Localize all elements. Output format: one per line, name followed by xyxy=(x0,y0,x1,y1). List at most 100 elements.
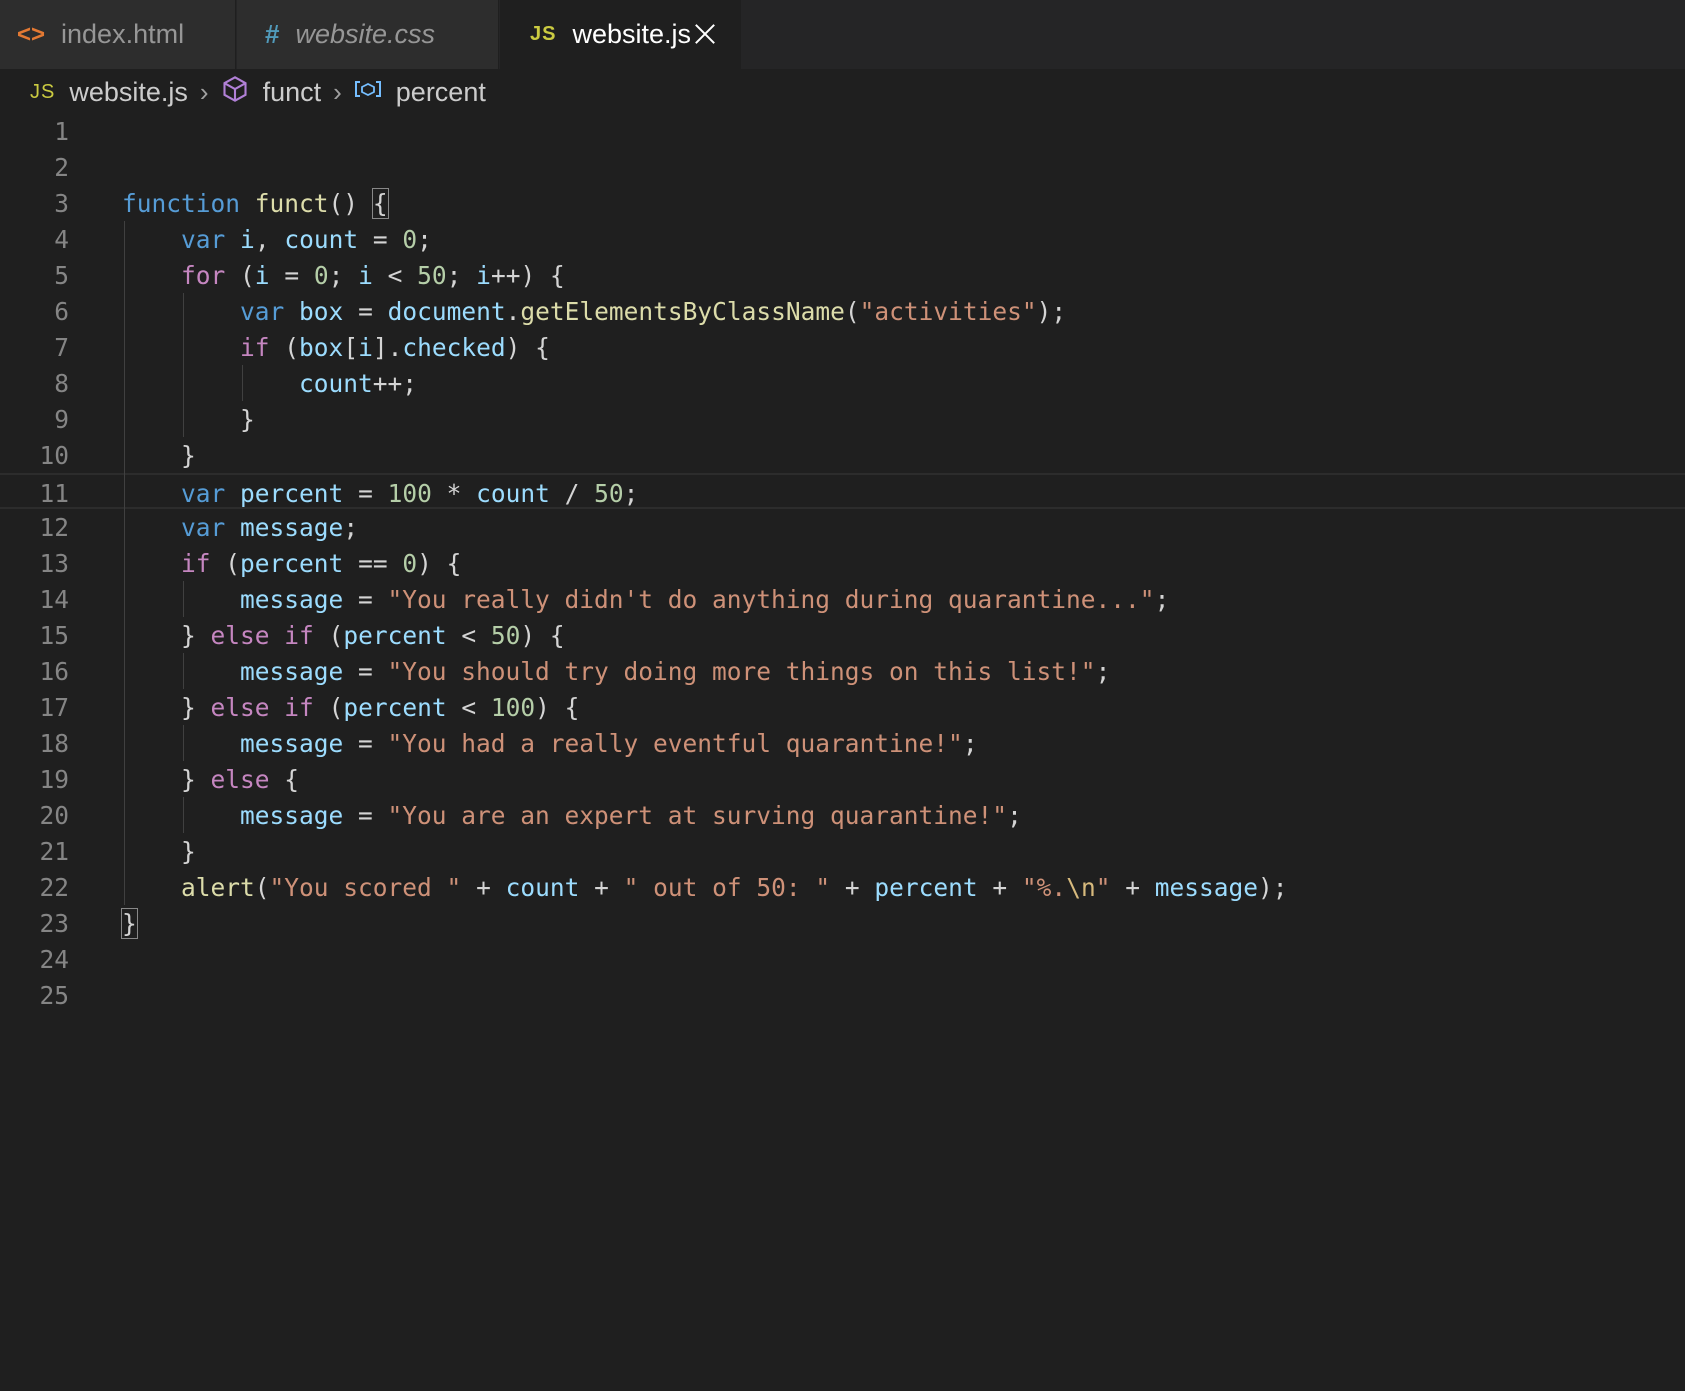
code-text: count++; xyxy=(122,369,417,398)
code-text: } else { xyxy=(122,765,299,794)
code-token: ( xyxy=(313,621,344,650)
code-token: "You had a really eventful quarantine!" xyxy=(387,729,963,758)
code-line[interactable]: 9 } xyxy=(0,401,1685,437)
code-token: { xyxy=(269,765,300,794)
code-token: "activities" xyxy=(859,297,1037,326)
breadcrumb-variable[interactable]: percent xyxy=(354,75,486,110)
code-token: + xyxy=(830,873,875,902)
line-number: 1 xyxy=(54,117,69,146)
code-text: function funct() { xyxy=(122,188,389,219)
code-line[interactable]: 16 message = "You should try doing more … xyxy=(0,653,1685,689)
code-token: ) { xyxy=(535,693,580,722)
code-token: ( xyxy=(254,873,270,902)
matched-bracket: } xyxy=(121,908,138,939)
code-text: } xyxy=(122,441,196,470)
code-token: getElementsByClassName xyxy=(520,297,845,326)
code-line[interactable]: 17 } else if (percent < 100) { xyxy=(0,689,1685,725)
code-token: ) { xyxy=(520,621,565,650)
line-number: 10 xyxy=(39,441,69,470)
code-token: , xyxy=(254,225,285,254)
code-token: ; xyxy=(623,479,639,508)
code-token: "You really didn't do anything during qu… xyxy=(387,585,1155,614)
code-token: [ xyxy=(343,333,359,362)
code-line[interactable]: 3 function funct() { xyxy=(0,185,1685,221)
code-text: message = "You are an expert at surving … xyxy=(122,801,1022,830)
code-line[interactable]: 13 if (percent == 0) { xyxy=(0,545,1685,581)
breadcrumb-file[interactable]: JS website.js xyxy=(30,77,188,108)
code-line[interactable]: 10 } xyxy=(0,437,1685,473)
code-line[interactable]: 2 xyxy=(0,149,1685,185)
code-line[interactable]: 4 var i, count = 0; xyxy=(0,221,1685,257)
tab-index-html[interactable]: <> index.html xyxy=(0,0,236,69)
line-number: 18 xyxy=(39,729,69,758)
code-line[interactable]: 23} xyxy=(0,905,1685,941)
code-token: / xyxy=(549,479,595,508)
code-token: < xyxy=(372,261,418,290)
code-token: count xyxy=(299,369,373,398)
close-icon[interactable] xyxy=(692,21,718,47)
chevron-right-icon: › xyxy=(333,76,342,107)
code-line[interactable]: 24 xyxy=(0,941,1685,977)
line-number: 9 xyxy=(54,405,69,434)
code-line[interactable]: 14 message = "You really didn't do anyth… xyxy=(0,581,1685,617)
code-token: 0 xyxy=(402,549,418,578)
code-token: count xyxy=(505,873,580,902)
code-editor[interactable]: 1 2 3 function funct() {4 var i, count = 0;… xyxy=(0,113,1685,1391)
code-line[interactable]: 1 xyxy=(0,113,1685,149)
code-line[interactable]: 6 var box = document.getElementsByClassN… xyxy=(0,293,1685,329)
code-token: + xyxy=(977,873,1022,902)
code-text: } xyxy=(122,837,196,866)
indent-guide xyxy=(182,653,184,689)
code-token: + xyxy=(1110,873,1155,902)
code-token: } xyxy=(122,405,255,434)
tab-website-css[interactable]: # website.css xyxy=(237,0,499,69)
code-line[interactable]: 22 alert("You scored " + count + " out o… xyxy=(0,869,1685,905)
code-text: } xyxy=(121,908,138,939)
variable-icon xyxy=(354,75,382,110)
code-token: } xyxy=(122,441,196,470)
breadcrumb-symbol[interactable]: funct xyxy=(221,75,322,110)
code-line[interactable]: 20 message = "You are an expert at survi… xyxy=(0,797,1685,833)
code-token: i xyxy=(254,261,270,290)
code-token: message xyxy=(240,513,344,542)
code-token: ( xyxy=(210,549,241,578)
code-line[interactable]: 25 xyxy=(0,977,1685,1013)
code-token: else xyxy=(210,693,270,722)
code-line[interactable]: 7 if (box[i].checked) { xyxy=(0,329,1685,365)
line-number: 20 xyxy=(39,801,69,830)
code-token: percent xyxy=(343,621,447,650)
line-number: 12 xyxy=(39,513,69,542)
code-token: ( xyxy=(844,297,860,326)
code-token: * xyxy=(431,479,477,508)
line-number: 19 xyxy=(39,765,69,794)
code-line[interactable]: 8 count++; xyxy=(0,365,1685,401)
code-token: "You scored " xyxy=(269,873,462,902)
code-line[interactable]: 19 } else { xyxy=(0,761,1685,797)
code-line[interactable]: 12 var message; xyxy=(0,509,1685,545)
code-token: message xyxy=(240,729,344,758)
code-line[interactable]: 15 } else if (percent < 50) { xyxy=(0,617,1685,653)
breadcrumb-symbol-label: funct xyxy=(262,76,322,107)
indent-guide xyxy=(182,293,184,437)
code-line[interactable]: 11 var percent = 100 * count / 50; xyxy=(0,473,1685,509)
code-line[interactable]: 18 message = "You had a really eventful … xyxy=(0,725,1685,761)
code-token: } xyxy=(122,765,211,794)
code-token: 50 xyxy=(490,621,521,650)
code-line[interactable]: 5 for (i = 0; i < 50; i++) { xyxy=(0,257,1685,293)
code-token: } xyxy=(122,837,196,866)
chevron-right-icon: › xyxy=(199,76,209,107)
tab-website-js[interactable]: JS website.js xyxy=(500,0,741,69)
code-line[interactable]: 21 } xyxy=(0,833,1685,869)
code-token: ; xyxy=(1007,801,1022,830)
code-token: = xyxy=(343,479,388,508)
tab-bar: <> index.html # website.css JS website.j… xyxy=(0,0,1685,69)
code-token: ; xyxy=(1154,585,1170,614)
